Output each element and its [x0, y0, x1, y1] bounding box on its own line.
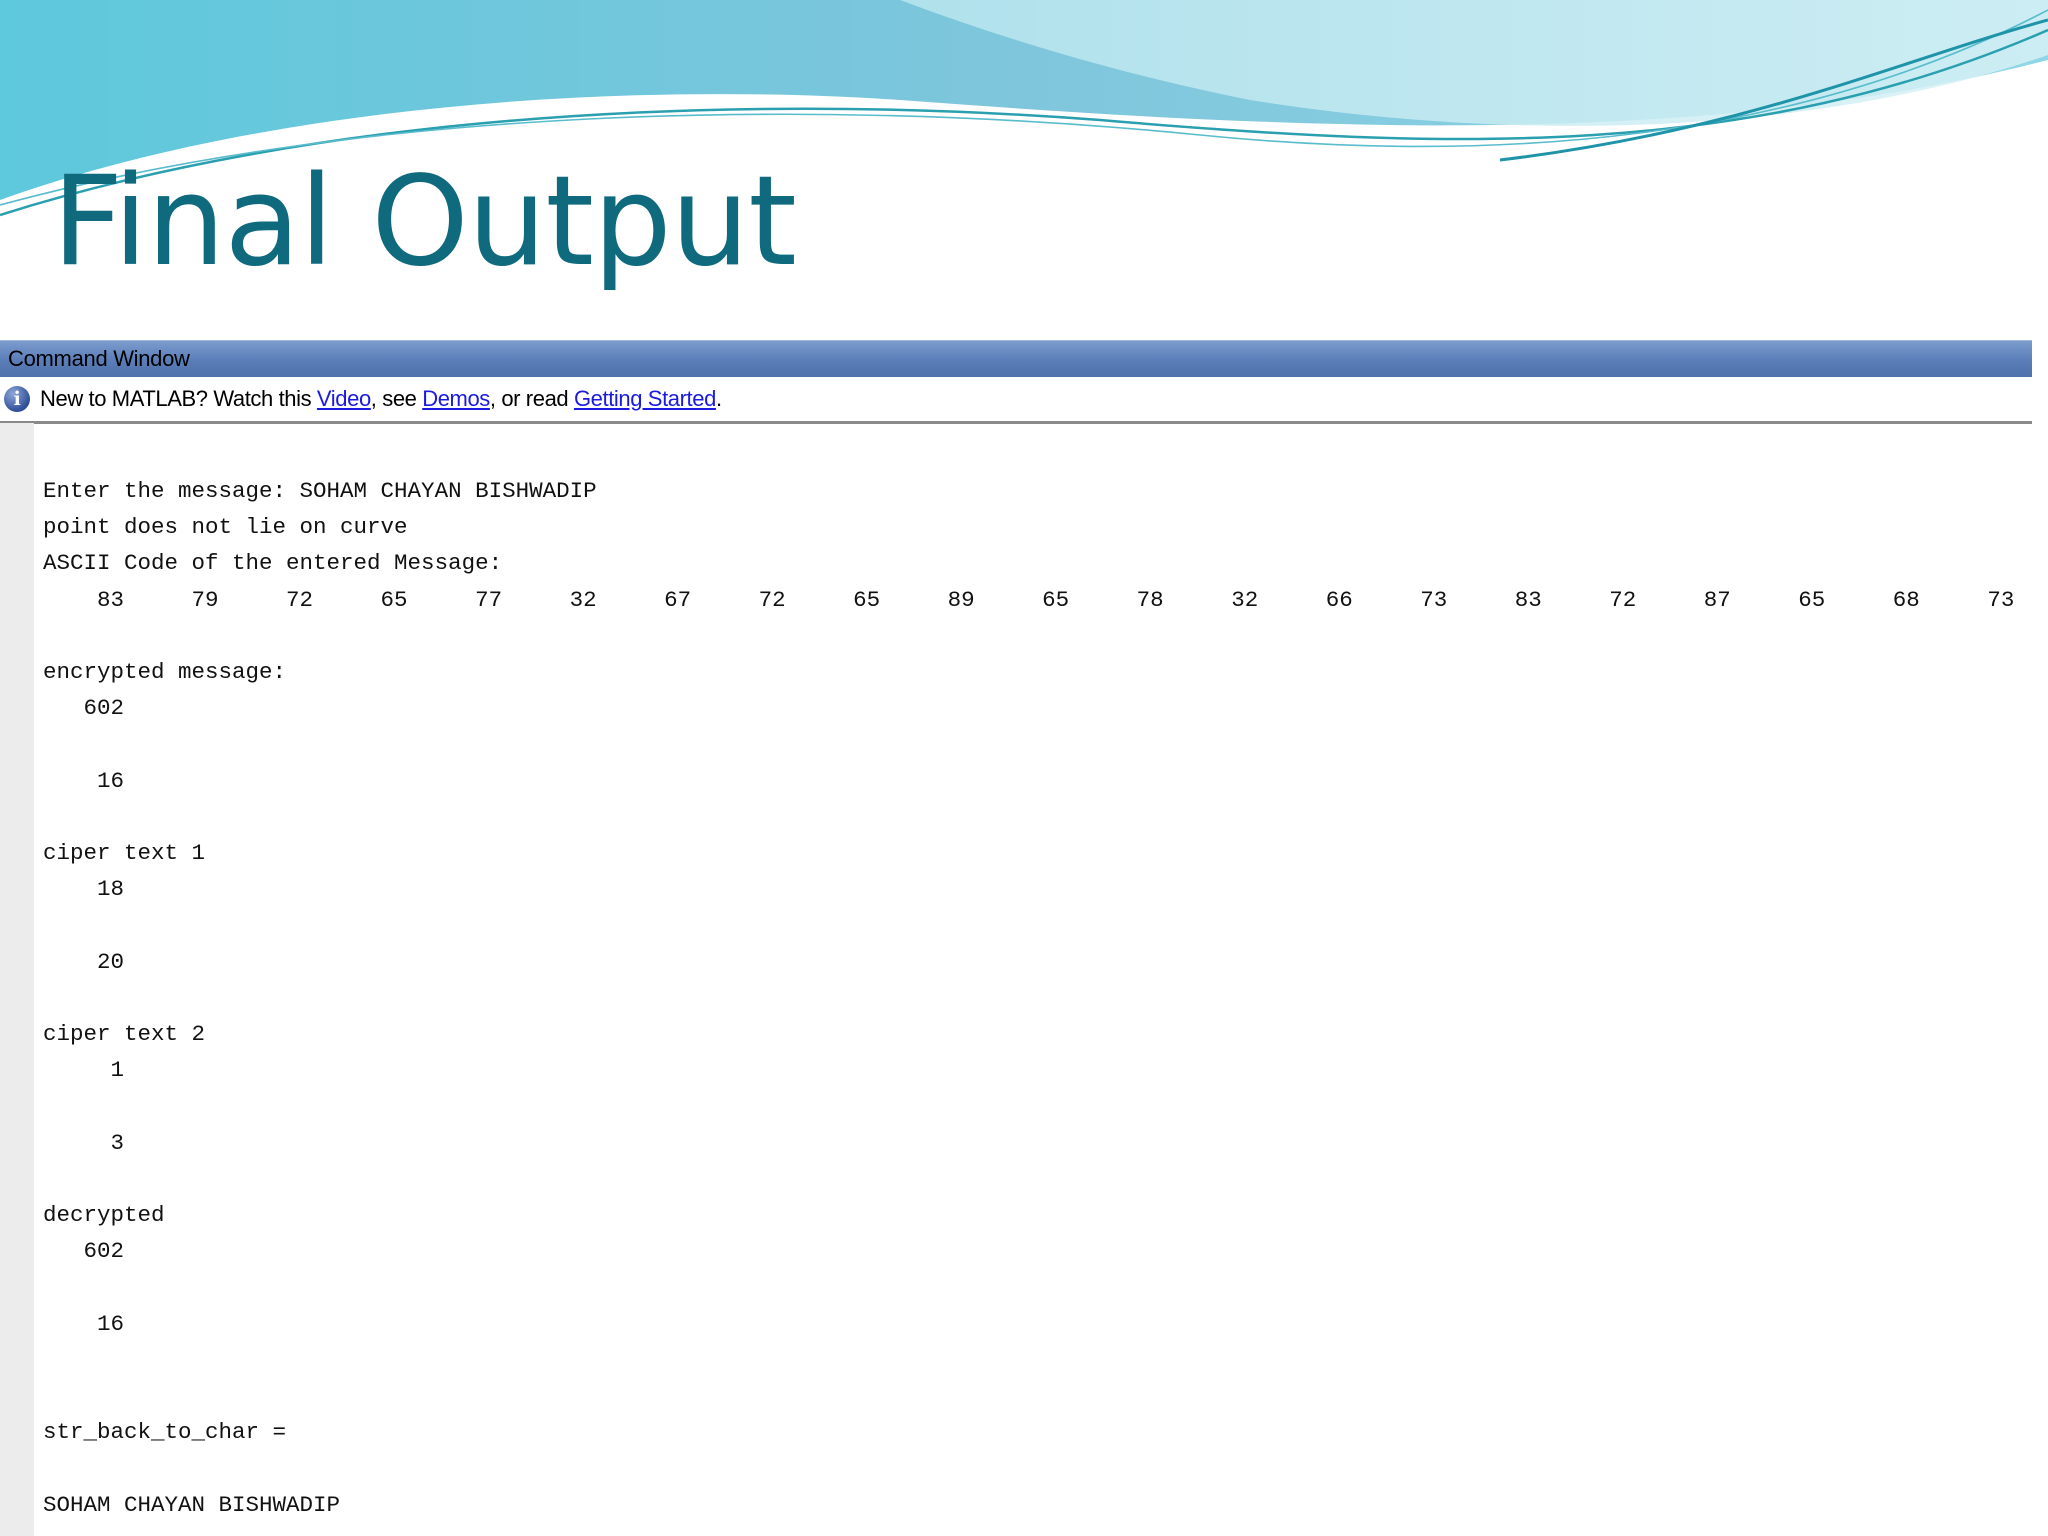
console-line: 16 — [43, 1310, 125, 1337]
console-line: str_back_to_char = — [43, 1419, 287, 1446]
console-line: 602 — [43, 695, 125, 722]
video-link[interactable]: Video — [317, 386, 371, 412]
command-window-titlebar[interactable]: Command Window — [0, 340, 2032, 377]
demos-link[interactable]: Demos — [422, 386, 490, 412]
info-text-1: New to MATLAB? Watch this — [40, 386, 317, 411]
console-line: 602 — [43, 1238, 125, 1265]
console-line: 1 — [43, 1057, 125, 1084]
console-line: point does not lie on curve — [43, 514, 408, 541]
console-line: 16 — [43, 767, 125, 794]
slide: Final Output Command Window i New to MAT… — [0, 0, 2048, 1536]
info-bar: i New to MATLAB? Watch this Video , see … — [0, 377, 2032, 424]
console-line: Enter the message: SOHAM CHAYAN BISHWADI… — [43, 478, 597, 504]
console-line: 83 79 72 65 77 32 67 72 65 89 65 78 32 6… — [43, 586, 2048, 613]
console-line: ciper text 2 — [43, 1021, 206, 1048]
getting-started-link[interactable]: Getting Started — [574, 386, 716, 412]
info-text-2: , see — [370, 386, 423, 411]
command-window-title: Command Window — [8, 346, 190, 371]
slide-title: Final Output — [52, 150, 797, 294]
console-output[interactable]: Enter the message: SOHAM CHAYAN BISHWADI… — [43, 473, 2048, 1523]
command-window-gutter — [0, 423, 34, 1536]
info-icon: i — [4, 386, 30, 412]
info-text-3: , or read — [489, 386, 574, 411]
console-line: decrypted — [43, 1202, 165, 1229]
console-line: SOHAM CHAYAN BISHWADIP — [43, 1491, 341, 1518]
console-line: ASCII Code of the entered Message: — [43, 550, 503, 577]
console-line: encrypted message: — [43, 659, 287, 686]
console-line: ciper text 1 — [43, 840, 206, 867]
console-line: 3 — [43, 1129, 125, 1156]
command-window-body[interactable]: Enter the message: SOHAM CHAYAN BISHWADI… — [0, 423, 2032, 1536]
command-window[interactable]: Command Window i New to MATLAB? Watch th… — [0, 340, 2032, 1536]
console-line: 20 — [43, 948, 125, 975]
console-line: 18 — [43, 876, 125, 903]
info-text-4: . — [715, 386, 722, 411]
